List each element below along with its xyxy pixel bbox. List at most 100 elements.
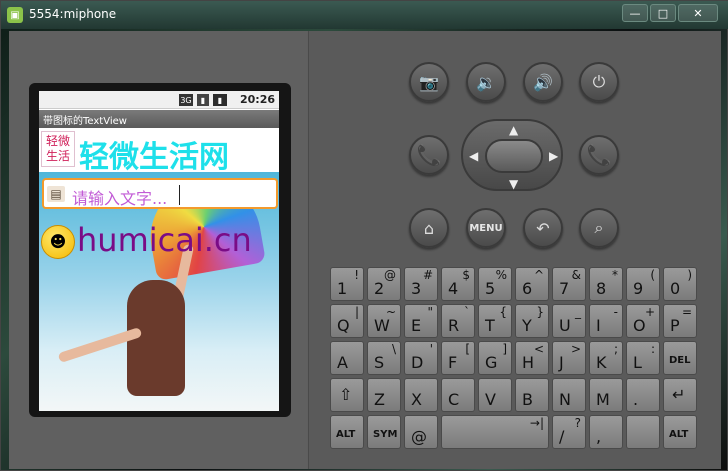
- key-label: E: [411, 316, 422, 335]
- end-call-button[interactable]: 📞: [579, 135, 619, 175]
- key-A[interactable]: A: [330, 341, 364, 375]
- key-P[interactable]: P =: [663, 304, 697, 338]
- key-9[interactable]: 9(: [626, 267, 660, 301]
- key-G[interactable]: G]: [478, 341, 512, 375]
- key-enter[interactable]: ↵: [663, 378, 697, 412]
- key-K[interactable]: K;: [589, 341, 623, 375]
- key-B[interactable]: B: [515, 378, 549, 412]
- key-label: ,: [596, 427, 602, 446]
- key-label: ALT: [669, 429, 689, 440]
- contact-card-icon: ▤: [47, 186, 65, 202]
- key-space[interactable]: →|: [441, 415, 549, 449]
- key-Q[interactable]: Q |: [330, 304, 364, 338]
- volume-up-button[interactable]: 🔊: [523, 62, 563, 102]
- back-button[interactable]: ↶: [523, 208, 563, 248]
- key-.[interactable]: .: [626, 378, 660, 412]
- key-alt-label: *: [612, 268, 618, 282]
- key-3[interactable]: 3 #: [404, 267, 438, 301]
- key-label: G: [485, 353, 498, 372]
- key-C[interactable]: C: [441, 378, 475, 412]
- key-label: I: [596, 316, 601, 335]
- call-button[interactable]: 📞: [409, 135, 449, 175]
- key-Z[interactable]: Z: [367, 378, 401, 412]
- key-S[interactable]: S \: [367, 341, 401, 375]
- key-label: SYM: [373, 429, 398, 440]
- key-2[interactable]: 2 @: [367, 267, 401, 301]
- key-4[interactable]: 4 $: [441, 267, 475, 301]
- dpad-center-button[interactable]: [485, 139, 543, 173]
- key-R[interactable]: R `: [441, 304, 475, 338]
- key-label: R: [448, 316, 460, 335]
- key-label: C: [448, 390, 460, 409]
- dpad-up-icon[interactable]: ▲: [509, 123, 518, 137]
- minimize-button[interactable]: —: [622, 4, 648, 22]
- key-label: .: [633, 390, 639, 409]
- menu-button[interactable]: MENU: [466, 208, 506, 248]
- key-6[interactable]: 6 ^: [515, 267, 549, 301]
- key-X[interactable]: X: [404, 378, 438, 412]
- dpad-right-icon[interactable]: ▶: [549, 149, 558, 163]
- key-Y[interactable]: Y}: [515, 304, 549, 338]
- key-D[interactable]: D ': [404, 341, 438, 375]
- key-E[interactable]: E ": [404, 304, 438, 338]
- search-button[interactable]: ⌕: [579, 208, 619, 248]
- maximize-button[interactable]: □: [650, 4, 676, 22]
- key-alt-label: :: [650, 342, 655, 356]
- volume-down-button[interactable]: 🔉: [466, 62, 506, 102]
- key-at[interactable]: @: [404, 415, 438, 449]
- title-bar[interactable]: ▣ 5554:miphone — □ ✕: [1, 1, 728, 29]
- key-label: V: [485, 390, 496, 409]
- close-button[interactable]: ✕: [678, 4, 718, 22]
- key-blank[interactable]: [626, 415, 660, 449]
- dpad-down-icon[interactable]: ▼: [509, 177, 518, 191]
- key-W[interactable]: W ~: [367, 304, 401, 338]
- key-V[interactable]: V: [478, 378, 512, 412]
- key-slash[interactable]: /?: [552, 415, 586, 449]
- key-O[interactable]: O +: [626, 304, 660, 338]
- key-alt-label: [: [465, 342, 470, 356]
- key-F[interactable]: F[: [441, 341, 475, 375]
- dpad[interactable]: ▲ ▼ ◀ ▶: [461, 119, 563, 191]
- key-sym[interactable]: SYM: [367, 415, 401, 449]
- phone-call-icon: 📞: [416, 143, 442, 167]
- key-H[interactable]: H <: [515, 341, 549, 375]
- key-N[interactable]: N: [552, 378, 586, 412]
- key-label: D: [411, 353, 424, 372]
- key-label: ALT: [336, 429, 356, 440]
- phone-hangup-icon: 📞: [586, 143, 612, 167]
- key-alt-right[interactable]: ALT: [663, 415, 697, 449]
- text-input[interactable]: ▤ 请输入文字...: [42, 178, 278, 209]
- key-I[interactable]: I-: [589, 304, 623, 338]
- emulator-client: 3G ▮ ▮ 20:26 带图标的TextView 轻微生活 轻微生活网 ▤ 请…: [9, 31, 721, 469]
- power-button[interactable]: ⏻: [579, 62, 619, 102]
- key-8[interactable]: 8 *: [589, 267, 623, 301]
- key-T[interactable]: T{: [478, 304, 512, 338]
- device-screen[interactable]: 3G ▮ ▮ 20:26 带图标的TextView 轻微生活 轻微生活网 ▤ 请…: [39, 91, 279, 411]
- key-comma[interactable]: ,: [589, 415, 623, 449]
- back-icon: ↶: [536, 218, 550, 238]
- site-text: humicai.cn: [77, 221, 252, 259]
- key-label: ⇧: [339, 385, 353, 404]
- key-shift[interactable]: ⇧: [330, 378, 364, 412]
- status-time: 20:26: [239, 93, 275, 106]
- dpad-left-icon[interactable]: ◀: [469, 149, 478, 163]
- key-L[interactable]: L:: [626, 341, 660, 375]
- key-0[interactable]: 0): [663, 267, 697, 301]
- home-button[interactable]: ⌂: [409, 208, 449, 248]
- key-del[interactable]: DEL: [663, 341, 697, 375]
- key-label: 5: [485, 279, 496, 298]
- key-1[interactable]: 1!: [330, 267, 364, 301]
- key-U[interactable]: U _: [552, 304, 586, 338]
- smiley-icon: ☻: [41, 225, 75, 259]
- key-5[interactable]: 5%: [478, 267, 512, 301]
- text-caret: [179, 185, 180, 205]
- key-J[interactable]: J >: [552, 341, 586, 375]
- camera-button[interactable]: 📷: [409, 62, 449, 102]
- key-alt-left[interactable]: ALT: [330, 415, 364, 449]
- key-M[interactable]: M: [589, 378, 623, 412]
- key-alt-label: ): [687, 268, 692, 282]
- key-7[interactable]: 7 &: [552, 267, 586, 301]
- search-icon: ⌕: [594, 218, 604, 237]
- home-icon: ⌂: [423, 218, 435, 238]
- key-label: 7: [559, 279, 570, 298]
